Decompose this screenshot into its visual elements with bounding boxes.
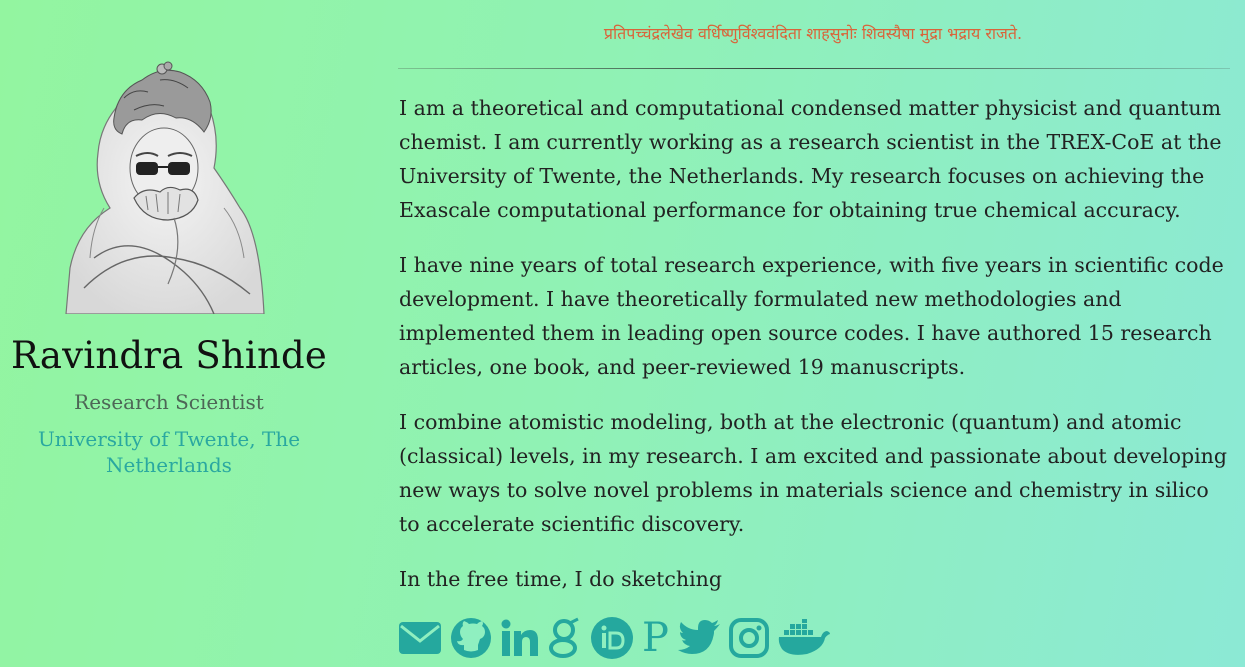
publons-icon[interactable]: P	[642, 615, 669, 661]
divider	[398, 68, 1230, 69]
docker-icon[interactable]	[777, 615, 831, 661]
about-paragraph: In the free time, I do sketching	[399, 567, 722, 591]
twitter-icon[interactable]	[677, 615, 721, 661]
google-scholar-icon[interactable]	[548, 615, 582, 661]
about-paragraph: I have nine years of total research expe…	[399, 253, 1224, 379]
instagram-icon[interactable]	[728, 615, 769, 661]
github-icon[interactable]	[450, 615, 492, 661]
portrait-sketch	[65, 61, 265, 314]
email-icon[interactable]	[398, 615, 442, 661]
profile-affiliation: University of Twente, The Netherlands	[37, 427, 301, 477]
about-paragraph: I combine atomistic modeling, both at th…	[399, 410, 1227, 536]
linkedin-icon[interactable]	[500, 615, 540, 661]
orcid-icon[interactable]	[590, 615, 634, 661]
social-links: P	[398, 614, 831, 662]
sanskrit-motto: प्रतिपच्चंद्रलेखेव वर्धिष्णुर्विश्ववंदित…	[603, 24, 1023, 43]
profile-role: Research Scientist	[74, 390, 264, 414]
about-section: I am a theoretical and computational con…	[399, 91, 1229, 617]
about-paragraph: I am a theoretical and computational con…	[399, 96, 1222, 222]
profile-name: Ravindra Shinde	[11, 334, 327, 377]
